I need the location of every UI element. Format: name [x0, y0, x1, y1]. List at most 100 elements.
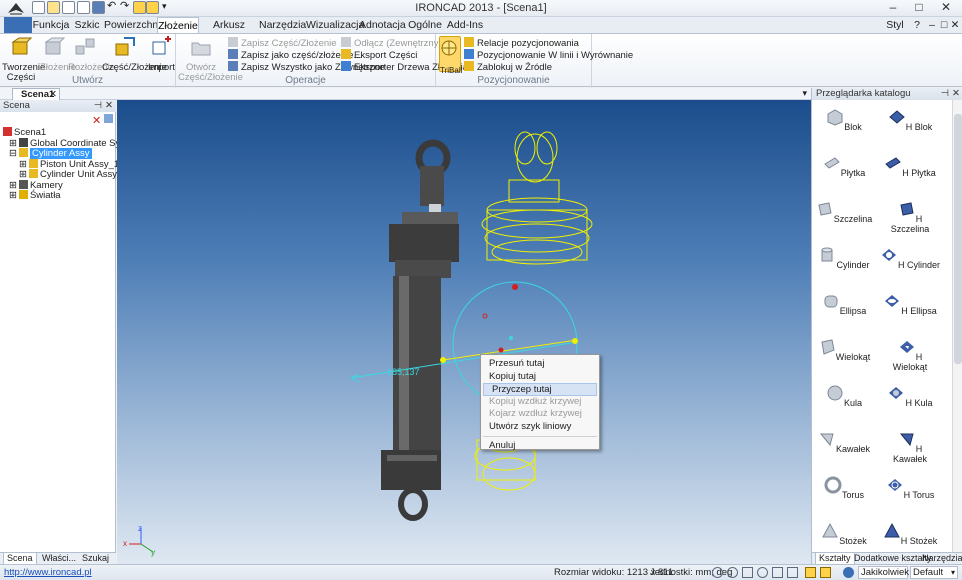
- minimize-button[interactable]: –: [880, 0, 906, 16]
- catalog-scrollbar[interactable]: [952, 100, 962, 552]
- pin-icon[interactable]: ⊣: [94, 100, 102, 112]
- shape-h-blok[interactable]: H Blok: [880, 104, 940, 150]
- pin-icon[interactable]: ⊣: [941, 88, 949, 100]
- shape-szczelina[interactable]: Szczelina: [814, 196, 874, 242]
- tab-add-ins[interactable]: Add-Ins: [445, 17, 485, 34]
- delete-icon[interactable]: ✕: [92, 114, 101, 127]
- fit-view-icon[interactable]: [742, 567, 753, 578]
- shape-h-kula[interactable]: H Kula: [880, 380, 940, 426]
- maximize-button[interactable]: □: [906, 0, 932, 16]
- style-dropdown[interactable]: Default ▾: [910, 566, 958, 579]
- shape-wielokat[interactable]: Wielokąt: [814, 334, 874, 380]
- shape-cylinder[interactable]: Cylinder: [814, 242, 874, 288]
- hole-ellipse-icon: [885, 295, 900, 307]
- lock-at-source-item[interactable]: Zablokuj w Źródle: [464, 61, 552, 73]
- shape-kula[interactable]: Kula: [814, 380, 874, 426]
- import-button[interactable]: Import: [148, 36, 175, 73]
- tab-narzedzia-catalog[interactable]: Narzędzia: [922, 553, 962, 564]
- explode-button[interactable]: Rozłożenie: [68, 36, 115, 73]
- shape-kawalek[interactable]: Kawałek: [814, 426, 874, 472]
- inline-align-item[interactable]: Pozycjonowanie W linii i Wyrównanie: [464, 49, 633, 61]
- render-mode-icon[interactable]: [805, 567, 816, 578]
- shape-blok[interactable]: Blok: [814, 104, 874, 150]
- tab-narzedzia[interactable]: Narzędzia: [259, 17, 306, 34]
- triball-button[interactable]: TriBall: [439, 36, 462, 75]
- close-panel-icon[interactable]: ✕: [952, 88, 960, 100]
- menu-item-copy-here[interactable]: Kopiuj tutaj: [481, 371, 599, 384]
- menu-item-move-here[interactable]: Przesuń tutaj: [481, 358, 599, 371]
- group-utworz: Tworzenie Części Złożenie Rozłożenie Czę…: [0, 34, 176, 88]
- hole-polygon-icon: [899, 341, 914, 353]
- assembly-button[interactable]: Złożenie: [40, 36, 76, 73]
- style-menu[interactable]: Styl: [880, 17, 910, 34]
- shape-h-kawalek[interactable]: H Kawałek: [880, 426, 940, 472]
- shape-torus[interactable]: Torus: [814, 472, 874, 518]
- zoom-icon[interactable]: [712, 567, 723, 578]
- tab-szkic[interactable]: Szkic: [71, 17, 103, 34]
- save-as-icon: [228, 49, 238, 59]
- align-icon: [464, 49, 474, 59]
- part-assembly-button[interactable]: Część/Złożenie: [102, 36, 167, 73]
- close-window-button[interactable]: ✕: [932, 0, 960, 16]
- dimension-label[interactable]: 185,137: [387, 367, 420, 377]
- doc-tab-scena1[interactable]: Scena1 ✕: [12, 88, 60, 100]
- axis-z-label: z: [138, 524, 142, 533]
- part-icon: [11, 37, 33, 55]
- tab-zlozenie[interactable]: Złożenie: [157, 17, 199, 34]
- doc-list-dropdown-icon[interactable]: ▾: [802, 88, 807, 99]
- tab-adnotacja[interactable]: Adnotacja: [359, 17, 406, 34]
- subassembly-icon: [28, 158, 38, 168]
- pan-icon[interactable]: [772, 567, 783, 578]
- scrollbar-thumb[interactable]: [954, 114, 962, 364]
- shape-plytka[interactable]: Płytka: [814, 150, 874, 196]
- website-link[interactable]: http://www.ironcad.pl: [4, 565, 92, 580]
- 3d-viewport[interactable]: 185,137 z x y: [117, 100, 811, 564]
- selection-filter-dropdown[interactable]: Jakikolwiek: [858, 566, 909, 579]
- shading-icon[interactable]: [820, 567, 831, 578]
- zoom-window-icon[interactable]: [727, 567, 738, 578]
- catalog-tabs: Kształty Dodatkowe kształty Narzędzia: [812, 552, 962, 565]
- shape-h-torus[interactable]: H Torus: [880, 472, 940, 518]
- ribbon-minimize-icon[interactable]: –: [926, 17, 938, 34]
- tab-arkusz-blachy[interactable]: Arkusz blachy: [200, 17, 258, 47]
- tab-wizualizacja[interactable]: Wizualizacja: [306, 17, 364, 34]
- cylinder-model[interactable]: [381, 139, 459, 521]
- tab-powierzchnia[interactable]: Powierzchnia: [104, 17, 166, 34]
- app-menu-button[interactable]: [4, 17, 32, 34]
- tab-szukaj[interactable]: Szukaj: [82, 553, 109, 564]
- save-disabled-icon: [228, 37, 238, 47]
- tab-funkcja[interactable]: Funkcja: [32, 17, 70, 34]
- menu-item-cancel[interactable]: Anuluj: [481, 440, 599, 453]
- positioning-relations-item[interactable]: Relacje pozycjonowania: [464, 37, 579, 49]
- filter-icon[interactable]: [104, 114, 113, 123]
- shape-h-szczelina[interactable]: H Szczelina: [880, 196, 940, 242]
- shape-h-wielokat[interactable]: H Wielokąt: [880, 334, 940, 380]
- help-icon[interactable]: ?: [910, 17, 924, 34]
- axis-x-label: x: [123, 539, 127, 548]
- lock-icon: [464, 61, 474, 71]
- ribbon-close-icon[interactable]: ✕: [950, 17, 960, 34]
- shape-h-cylinder[interactable]: H Cylinder: [880, 242, 940, 288]
- orbit-icon[interactable]: [757, 567, 768, 578]
- shape-ellipsa[interactable]: Ellipsa: [814, 288, 874, 334]
- tab-ogolne[interactable]: Ogólne: [406, 17, 444, 34]
- shape-h-plytka[interactable]: H Płytka: [880, 150, 940, 196]
- export-part-item[interactable]: Eksport Części: [341, 49, 417, 61]
- view-orient-icon[interactable]: [787, 567, 798, 578]
- tab-dodatkowe-ksztalty[interactable]: Dodatkowe kształty: [854, 553, 932, 564]
- save-part-item[interactable]: Zapisz Część/Złożenie: [228, 37, 337, 49]
- menu-item-linear-pattern[interactable]: Utwórz szyk liniowy: [481, 421, 599, 434]
- menu-item-link-along-curve[interactable]: Kojarz wzdłuż krzywej: [481, 408, 599, 421]
- detach-external-item[interactable]: Odłącz (Zewnętrzny): [341, 37, 442, 49]
- detach-icon: [341, 37, 351, 47]
- shape-h-ellipsa[interactable]: H Ellipsa: [880, 288, 940, 334]
- close-doc-icon[interactable]: ✕: [49, 89, 57, 100]
- assembly-icon: [44, 37, 66, 55]
- ribbon-restore-icon[interactable]: □: [938, 17, 950, 34]
- plate-icon: [823, 157, 840, 169]
- menu-item-attach-here[interactable]: Przyczep tutaj: [483, 383, 597, 396]
- menu-item-copy-along-curve[interactable]: Kopiuj wzdłuż krzywej: [481, 396, 599, 409]
- coordinate-system-icon: [18, 137, 28, 147]
- close-panel-icon[interactable]: ✕: [105, 100, 113, 112]
- tab-wlasciwosci[interactable]: Właści...: [42, 553, 76, 564]
